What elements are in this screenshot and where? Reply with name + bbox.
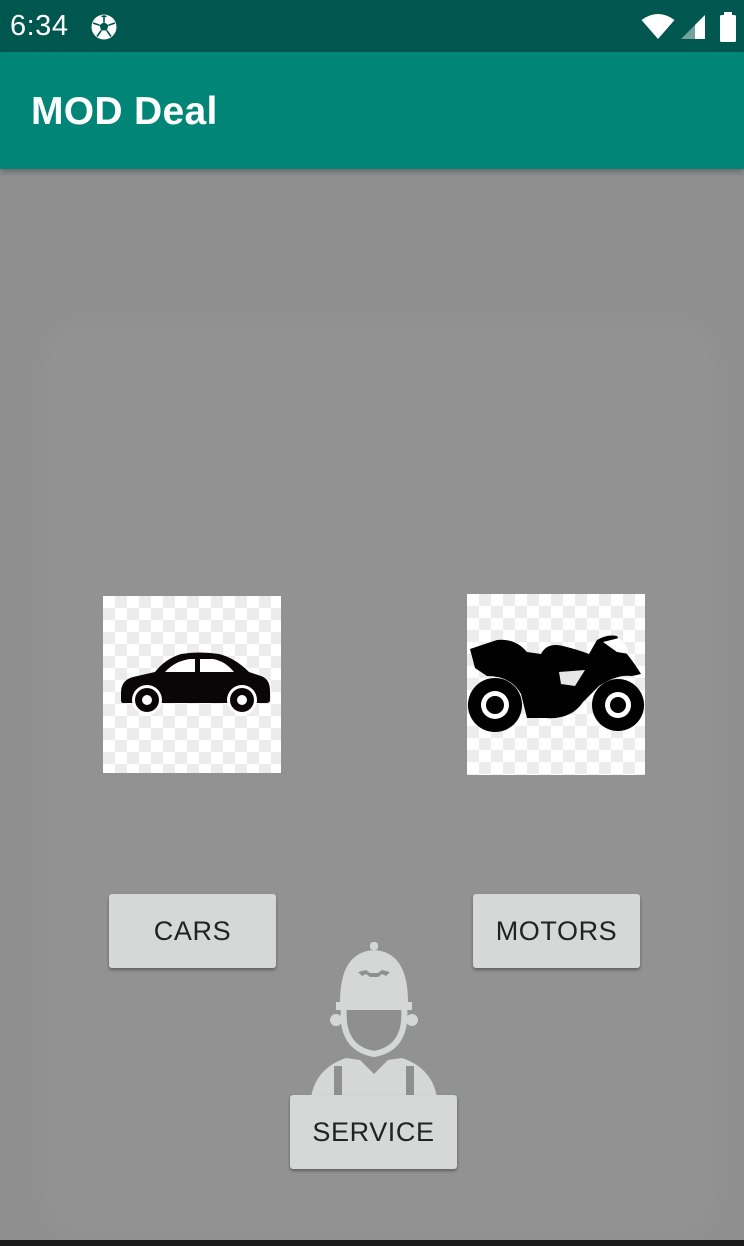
status-time: 6:34 xyxy=(10,10,69,42)
screen: 6:34 MOD Deal CARS MOTORS SERVICE xyxy=(0,0,744,1246)
motors-button[interactable]: MOTORS xyxy=(473,894,640,968)
cell-signal-icon xyxy=(680,14,706,45)
wifi-icon xyxy=(641,14,675,45)
soccer-ball-icon xyxy=(90,13,118,46)
cars-button[interactable]: CARS xyxy=(109,894,276,968)
app-bar: MOD Deal xyxy=(0,52,744,169)
navigation-bar-edge xyxy=(0,1240,744,1246)
car-icon xyxy=(121,652,270,715)
status-bar: 6:34 xyxy=(0,0,744,52)
main-content: CARS MOTORS SERVICE xyxy=(0,169,744,1240)
motorcycle-icon xyxy=(468,635,644,732)
motorcycle-image-tile[interactable] xyxy=(467,594,645,775)
mechanic-icon xyxy=(300,940,448,1110)
app-title: MOD Deal xyxy=(31,90,218,133)
car-image-tile[interactable] xyxy=(103,596,281,773)
service-button[interactable]: SERVICE xyxy=(290,1095,457,1169)
battery-icon xyxy=(719,12,737,47)
